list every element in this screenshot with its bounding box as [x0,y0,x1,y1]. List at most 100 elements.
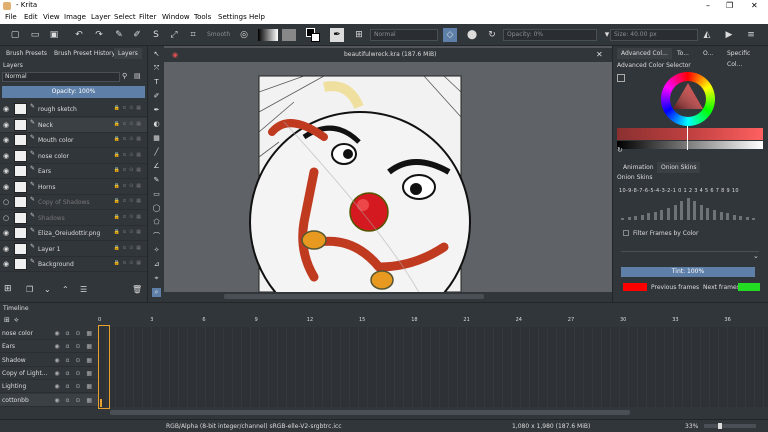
layer-row[interactable]: ◉ ✎ nose color 🔒α⊙▦ [0,149,147,164]
menu-filter[interactable]: Filter [139,13,156,21]
layer-name[interactable]: Neck [38,122,53,129]
color-settings-icon[interactable] [617,74,625,82]
opacity-slider[interactable]: Opacity: 0% [503,29,597,41]
keyframe-marker[interactable] [100,399,109,407]
menu-layer[interactable]: Layer [91,13,111,21]
onion-opacity-bar[interactable] [673,204,677,220]
move-up-icon[interactable]: ⌃ [62,285,69,294]
crop-icon[interactable]: ⌗ [186,28,200,42]
layer-properties-indicators[interactable]: 🔒α⊙▦ [114,229,144,235]
layer-name[interactable]: Ears [38,168,51,175]
layer-name[interactable]: Shadows [38,215,65,222]
onion-opacity-bar[interactable] [660,210,664,220]
onion-opacity-bar[interactable] [699,204,703,220]
document-title[interactable]: beautifulwreck.kra (187.6 MiB) [344,51,436,58]
blend-mode-select[interactable]: Normal [370,29,438,41]
expand-icon[interactable]: ⌄ [753,252,759,260]
menu-window[interactable]: Window [162,13,190,21]
onion-opacity-bar[interactable] [745,216,749,220]
visibility-eye-icon[interactable]: ◉ [3,183,11,191]
layer-row[interactable]: ◉ ✎ Neck 🔒α⊙▦ [0,117,147,133]
previous-frames-color-swatch[interactable] [623,283,647,291]
reload-preset-icon[interactable]: ↻ [485,28,499,42]
layer-properties-indicators[interactable]: 🔒α⊙▦ [114,198,144,204]
layer-properties-indicators[interactable]: 🔒α⊙▦ [114,152,144,158]
mirror-horizontal-icon[interactable]: ◭ [700,28,714,42]
redo-icon[interactable]: ↷ [92,28,106,42]
tab-brush-preset-history[interactable]: Brush Preset History [50,48,119,59]
onion-opacity-bar[interactable] [621,217,624,220]
frame-grid[interactable] [98,327,768,407]
layer-name[interactable]: nose color [38,153,69,160]
onion-opacity-bar[interactable] [739,215,743,220]
next-frames-color-swatch[interactable] [738,283,760,291]
pattern-swatch[interactable] [282,29,296,41]
ellipse-select-icon[interactable]: ◯ [152,204,161,213]
onion-opacity-bar[interactable] [653,212,657,220]
gradient-tool-icon[interactable]: ▦ [152,134,161,143]
visibility-eye-icon[interactable]: ○ [3,214,11,222]
timeline-layer-row[interactable]: nose color ◉ α ⊙ ▦ [0,327,98,340]
freehand-icon[interactable]: ✎ [152,176,161,185]
filter-frames-checkbox[interactable] [623,230,629,236]
layer-properties-indicators[interactable]: 🔒α⊙▦ [114,214,144,220]
layer-row[interactable]: ◉ ✎ rough sketch 🔒α⊙▦ [0,102,147,117]
layer-name[interactable]: rough sketch [38,106,77,113]
edit-shapes-icon[interactable]: ✐ [152,92,161,101]
grid-icon[interactable]: ⊞ [352,28,366,42]
eraser-icon[interactable]: ◇ [443,28,457,42]
value-strip[interactable] [617,141,763,149]
layer-blend-mode-select[interactable]: Normal [2,72,120,82]
color-history-strip[interactable] [617,128,763,140]
add-frame-icon[interactable]: ⊞ [4,316,10,324]
magic-wand-icon[interactable]: ✧ [152,246,161,255]
onion-opacity-bar[interactable] [686,198,690,220]
brush-tip-icon[interactable]: ✐ [130,28,144,42]
tab-overview[interactable]: O... [699,48,717,59]
color-swatch-icon[interactable] [306,28,320,42]
layer-name[interactable]: Layer 1 [38,246,60,253]
tab-animation[interactable]: Animation [619,162,658,173]
delete-layer-icon[interactable]: 🗑 [132,285,142,294]
timeline-scrollbar[interactable] [110,410,630,415]
layer-row[interactable]: ◉ ✎ Horns 🔒α⊙▦ [0,180,147,195]
add-layer-icon[interactable]: ⊞ [4,284,12,294]
onion-opacity-bar[interactable] [667,207,670,220]
layer-row[interactable]: ○ ✎ Copy of Shadows 🔒α⊙▦ [0,195,147,210]
menu-image[interactable]: Image [64,13,86,21]
thumbnail-size-icon[interactable]: ▤ [134,72,143,81]
layer-properties-indicators[interactable]: 🔒α⊙▦ [114,245,144,251]
layer-row[interactable]: ◉ ✎ Background 🔒α⊙▦ [0,257,147,272]
close-document-icon[interactable]: ✕ [596,50,603,59]
layer-name[interactable]: Background [38,261,74,268]
onion-opacity-bar[interactable] [719,212,723,220]
menu-view[interactable]: View [43,13,60,21]
brush-preset-icon[interactable]: ✒ [330,28,344,42]
layer-row[interactable]: ◉ ✎ Layer 1 🔒α⊙▦ [0,242,147,257]
minimize-icon[interactable]: – [706,1,710,10]
text-tool-icon[interactable]: T [152,78,161,87]
layer-row[interactable]: ◉ ✎ Eliza_Oreiudottir.png 🔒α⊙▦ [0,226,147,241]
canvas-viewport[interactable] [164,62,612,333]
menu-settings[interactable]: Settings [218,13,247,21]
onion-toggle-icon[interactable]: ⟡ [14,316,19,325]
scrollbar-thumb[interactable] [224,294,484,299]
gradient-swatch[interactable] [258,29,278,41]
tab-advanced-color[interactable]: Advanced Col... [617,48,672,59]
layer-row[interactable]: ◉ ✎ Ears 🔒α⊙▦ [0,164,147,179]
layer-properties-indicators[interactable]: 🔒α⊙▦ [114,167,144,173]
alpha-lock-icon[interactable]: ⬤ [465,28,479,42]
timeline-layer-toggles[interactable]: ◉ α ⊙ ▦ [54,394,94,407]
layer-row[interactable]: ○ ✎ Shadows 🔒α⊙▦ [0,211,147,226]
layer-properties-icon[interactable]: ☰ [80,285,87,294]
timeline-layer-row[interactable]: Lighting ◉ α ⊙ ▦ [0,380,98,394]
onion-opacity-bar[interactable] [713,210,716,220]
visibility-eye-icon[interactable]: ◉ [3,152,11,160]
tab-specific-color[interactable]: Specific Col... [723,48,768,68]
size-slider[interactable]: Size: 40.00 px [610,29,698,41]
zoom-slider-handle[interactable] [718,423,722,429]
visibility-eye-icon[interactable]: ◉ [3,245,11,253]
layer-name[interactable]: Horns [38,184,55,191]
onion-opacity-bar[interactable] [627,216,631,220]
onion-opacity-bar[interactable] [640,214,644,220]
